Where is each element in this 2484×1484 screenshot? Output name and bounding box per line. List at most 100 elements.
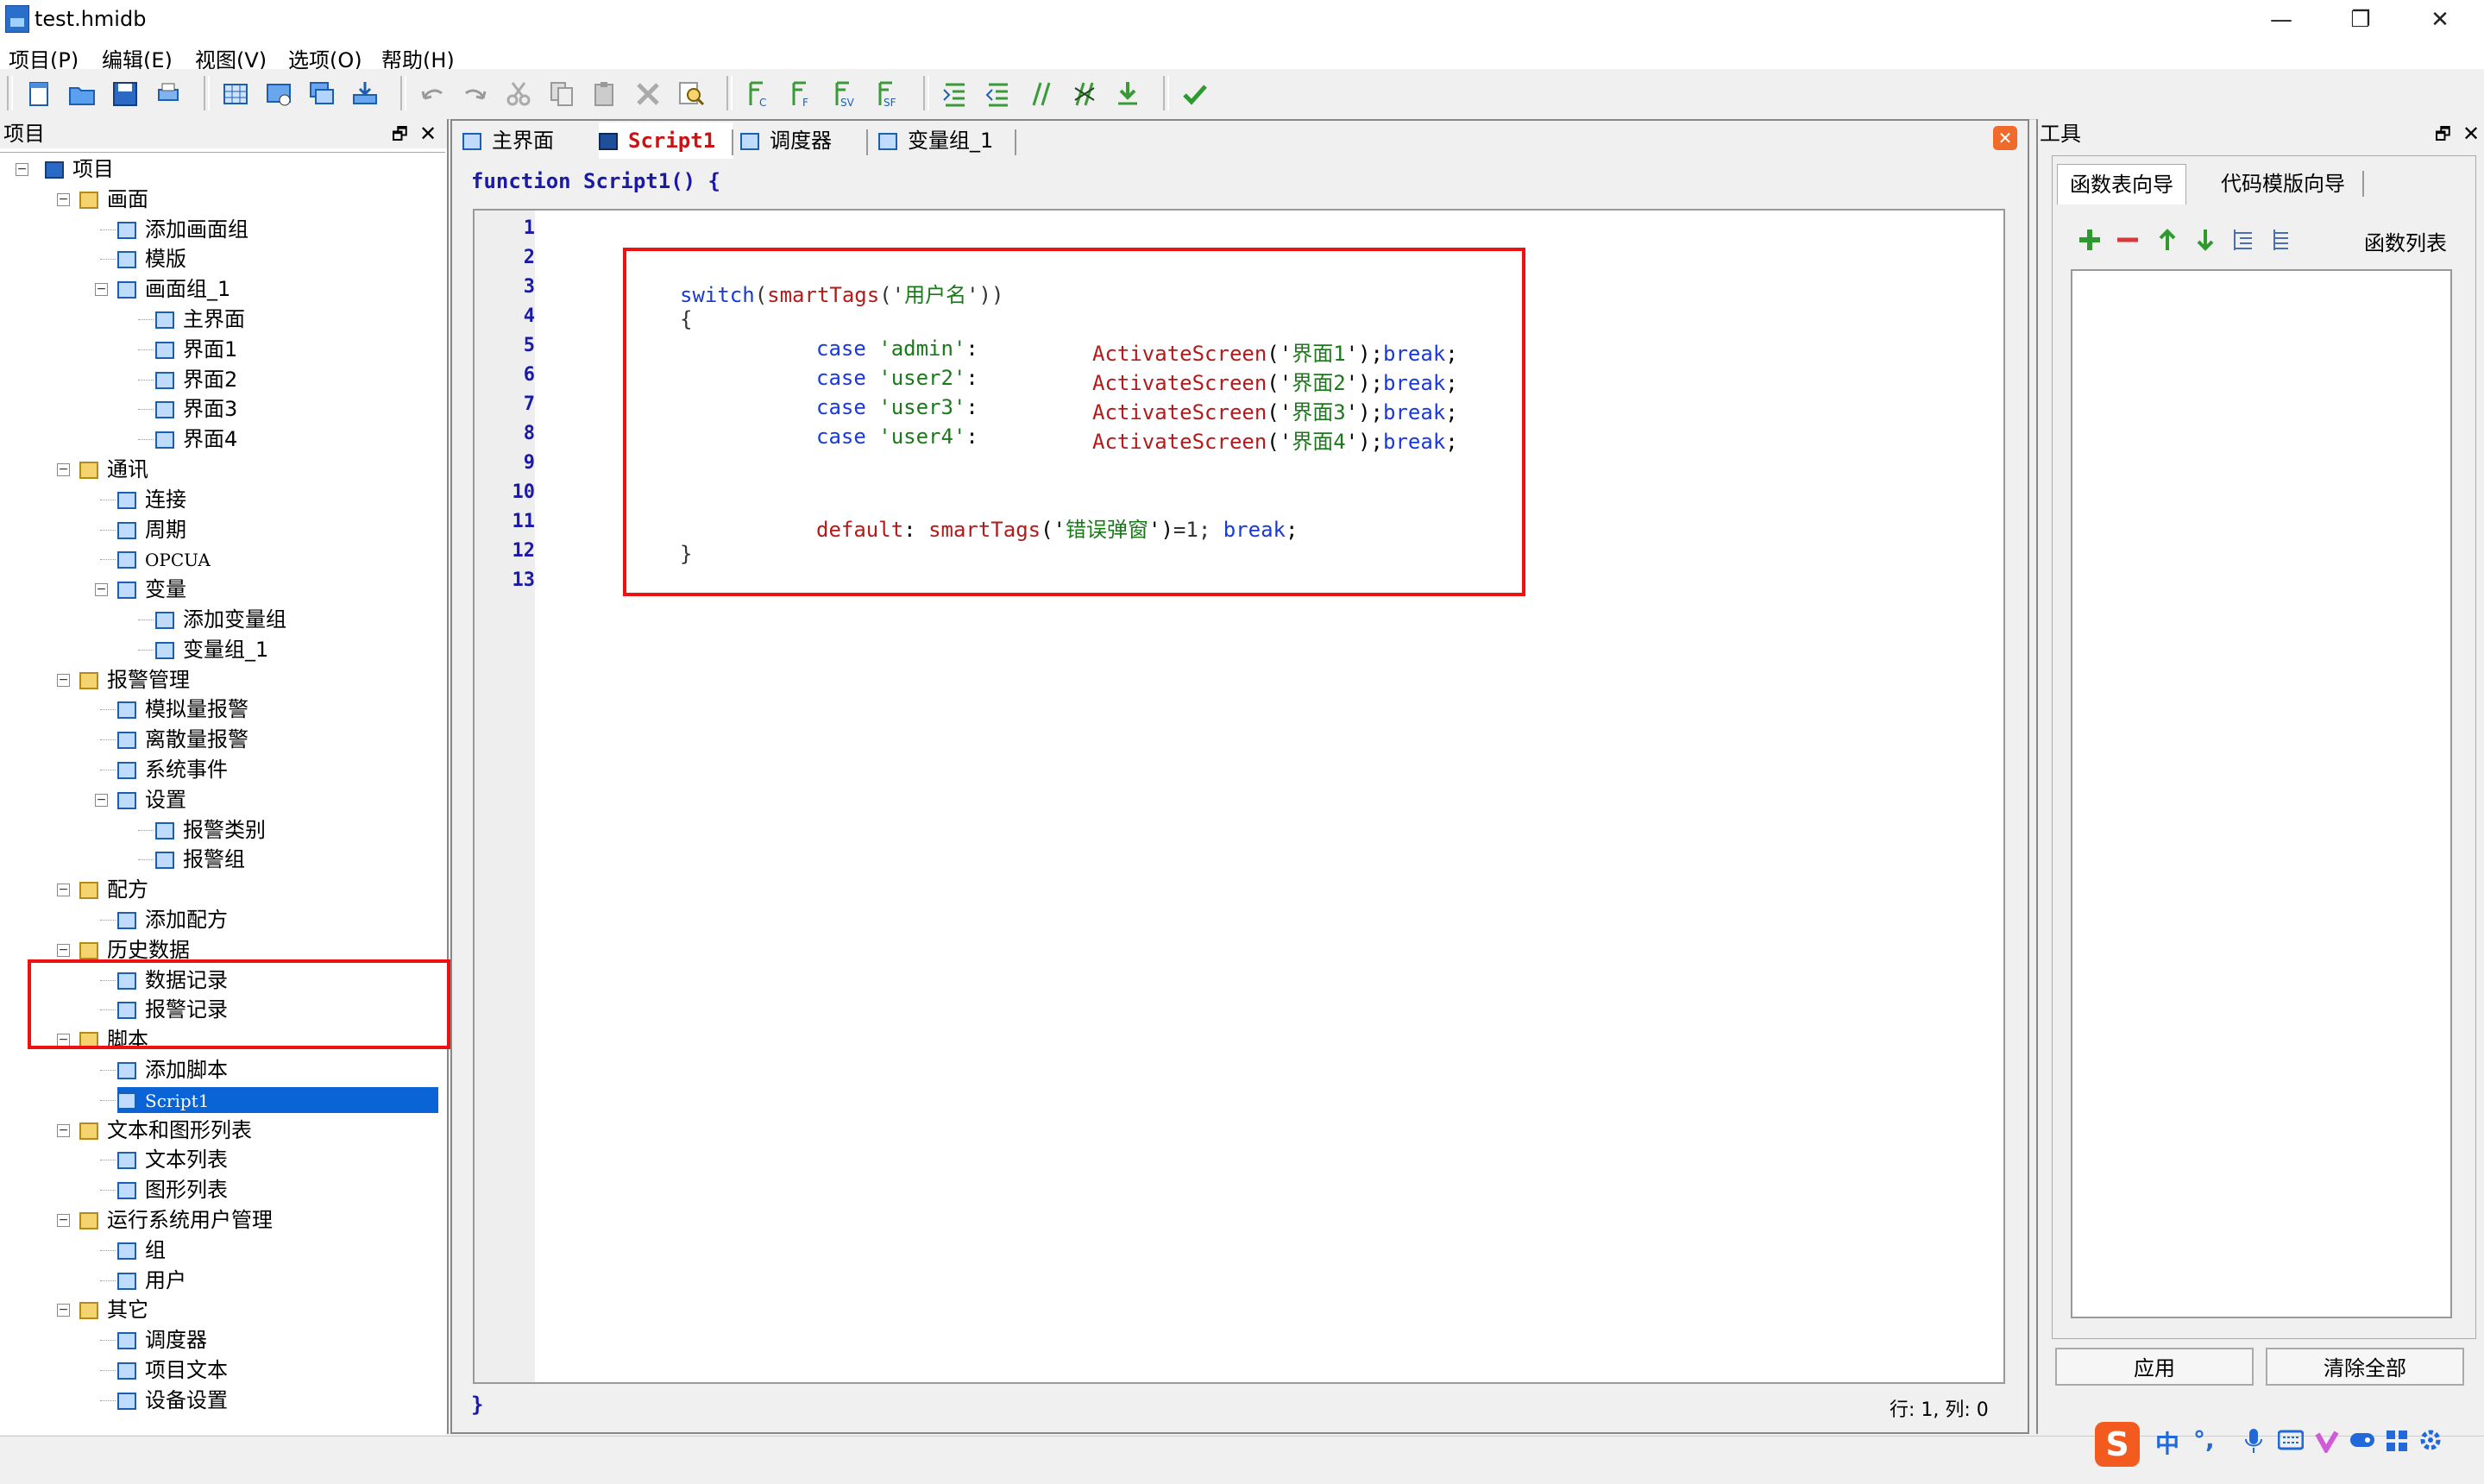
script-c-icon[interactable]: C [744, 79, 773, 109]
tree-collapse-icon[interactable]: − [57, 673, 70, 687]
tree-node[interactable]: 界面2 [155, 367, 237, 393]
tree-collapse-icon[interactable]: − [57, 192, 70, 206]
pin-icon[interactable]: 🗗 [2435, 119, 2451, 148]
indent-icon[interactable] [940, 79, 970, 109]
minimize-button[interactable]: — [2242, 0, 2321, 40]
tree-node[interactable]: Script1 [117, 1086, 438, 1113]
gamepad-icon[interactable] [2349, 1429, 2376, 1451]
tree-node[interactable]: 项目文本 [117, 1357, 228, 1383]
comment-icon[interactable] [1027, 79, 1056, 109]
restore-button[interactable]: ❐ [2321, 0, 2400, 40]
tab-tag-group-1[interactable]: 变量组_1 [878, 123, 1034, 159]
outdent-icon[interactable] [984, 79, 1013, 109]
sogou-logo-icon[interactable]: S [2095, 1422, 2140, 1467]
tree-node[interactable]: 界面1 [155, 336, 237, 362]
open-folder-icon[interactable] [67, 79, 97, 109]
tree-node[interactable]: 报警管理 [79, 667, 190, 693]
redo-icon[interactable] [461, 79, 490, 109]
tree-collapse-icon[interactable]: − [57, 463, 70, 476]
apply-button[interactable]: 应用 [2055, 1348, 2254, 1386]
tree-node[interactable]: 连接 [117, 487, 186, 512]
script-sv-icon[interactable]: SV [830, 79, 859, 109]
tree-node[interactable]: 界面4 [155, 426, 237, 452]
screen-settings-icon[interactable] [264, 79, 293, 109]
skin-icon[interactable] [2314, 1427, 2340, 1453]
project-panel-close-icon[interactable]: ✕ [419, 119, 437, 148]
tab-function-wizard[interactable]: 函数表向导 [2057, 164, 2186, 204]
tree-node[interactable]: 主界面 [155, 306, 245, 332]
tree-node[interactable]: 添加配方 [117, 907, 228, 933]
collapse-all-icon[interactable] [2267, 226, 2295, 254]
tab-main-screen[interactable]: 主界面 [462, 123, 592, 159]
tab-script1[interactable]: Script1 [599, 123, 733, 159]
undo-icon[interactable] [418, 79, 447, 109]
tools-panel-close-icon[interactable]: ✕ [2462, 119, 2480, 148]
tree-node[interactable]: 配方 [79, 877, 148, 902]
tree-collapse-icon[interactable]: − [57, 943, 70, 957]
print-icon[interactable] [154, 79, 183, 109]
tab-code-template-wizard[interactable]: 代码模版向导 [2209, 164, 2357, 204]
arrow-down-icon[interactable] [2192, 226, 2219, 254]
grid-menu-icon[interactable] [2385, 1429, 2409, 1453]
expand-all-icon[interactable] [2229, 226, 2257, 254]
arrow-up-icon[interactable] [2154, 226, 2181, 254]
remove-icon[interactable] [2114, 226, 2141, 254]
microphone-icon[interactable] [2243, 1427, 2264, 1455]
tree-node[interactable]: 画面 [79, 186, 148, 212]
close-tab-icon[interactable]: ✕ [1993, 126, 2017, 150]
copy-icon[interactable] [547, 79, 576, 109]
pin-icon[interactable]: 🗗 [392, 119, 408, 148]
ime-punct-toggle[interactable]: °, [2193, 1425, 2215, 1454]
screen-copy-icon[interactable] [307, 79, 336, 109]
keyboard-icon[interactable] [2278, 1429, 2304, 1451]
tree-node[interactable]: 其它 [79, 1297, 148, 1323]
tree-collapse-icon[interactable]: − [57, 1304, 70, 1317]
tree-node[interactable]: 系统事件 [117, 757, 228, 783]
tree-node[interactable]: 用户 [117, 1267, 186, 1293]
tree-node[interactable]: 模版 [117, 246, 186, 272]
tree-node[interactable]: 周期 [117, 517, 186, 543]
tree-node[interactable]: 变量组_1 [155, 637, 268, 663]
tree-node[interactable]: 图形列表 [117, 1177, 228, 1203]
delete-icon[interactable] [633, 79, 663, 109]
tree-node[interactable]: 界面3 [155, 396, 237, 422]
cut-icon[interactable] [504, 79, 533, 109]
tree-node[interactable]: 添加画面组 [117, 217, 248, 242]
tree-node[interactable]: 设备设置 [117, 1387, 228, 1413]
tree-node[interactable]: 报警组 [155, 846, 245, 872]
check-icon[interactable] [1180, 79, 1210, 109]
tree-collapse-icon[interactable]: − [95, 793, 108, 807]
tree-node[interactable]: 运行系统用户管理 [79, 1207, 273, 1233]
tree-node[interactable]: 添加变量组 [155, 607, 286, 632]
tree-node[interactable]: 文本列表 [117, 1147, 228, 1173]
tree-node[interactable]: 变量 [117, 576, 186, 602]
tree-node[interactable]: 离散量报警 [117, 726, 248, 752]
tree-node[interactable]: 添加脚本 [117, 1057, 228, 1083]
tree-node[interactable]: 模拟量报警 [117, 696, 248, 722]
tree-collapse-icon[interactable]: − [57, 1214, 70, 1227]
tree-node[interactable]: 报警类别 [155, 817, 266, 843]
tree-node[interactable]: 设置 [117, 787, 186, 813]
tree-collapse-icon[interactable]: − [16, 163, 28, 176]
settings-gear-icon[interactable] [2418, 1427, 2443, 1453]
tree-node[interactable]: 调度器 [117, 1327, 207, 1353]
screen-grid-icon[interactable] [221, 79, 250, 109]
close-window-button[interactable]: ✕ [2400, 0, 2480, 40]
add-icon[interactable] [2076, 226, 2104, 254]
tree-node[interactable]: 画面组_1 [117, 276, 230, 302]
save-icon[interactable] [110, 79, 140, 109]
script-f-icon[interactable]: F [787, 79, 816, 109]
tree-collapse-icon[interactable]: − [57, 1123, 70, 1137]
tab-scheduler[interactable]: 调度器 [740, 123, 871, 159]
paste-icon[interactable] [590, 79, 619, 109]
download-icon[interactable] [350, 79, 380, 109]
new-file-icon[interactable] [24, 79, 53, 109]
tree-node[interactable]: 文本和图形列表 [79, 1117, 252, 1143]
tree-collapse-icon[interactable]: − [95, 583, 108, 597]
tree-collapse-icon[interactable]: − [57, 883, 70, 897]
find-icon[interactable] [676, 79, 706, 109]
import-icon[interactable] [1113, 79, 1142, 109]
uncomment-icon[interactable] [1070, 79, 1099, 109]
ime-lang-toggle[interactable]: 中 [2155, 1425, 2179, 1460]
tree-node[interactable]: OPCUA [117, 546, 211, 572]
